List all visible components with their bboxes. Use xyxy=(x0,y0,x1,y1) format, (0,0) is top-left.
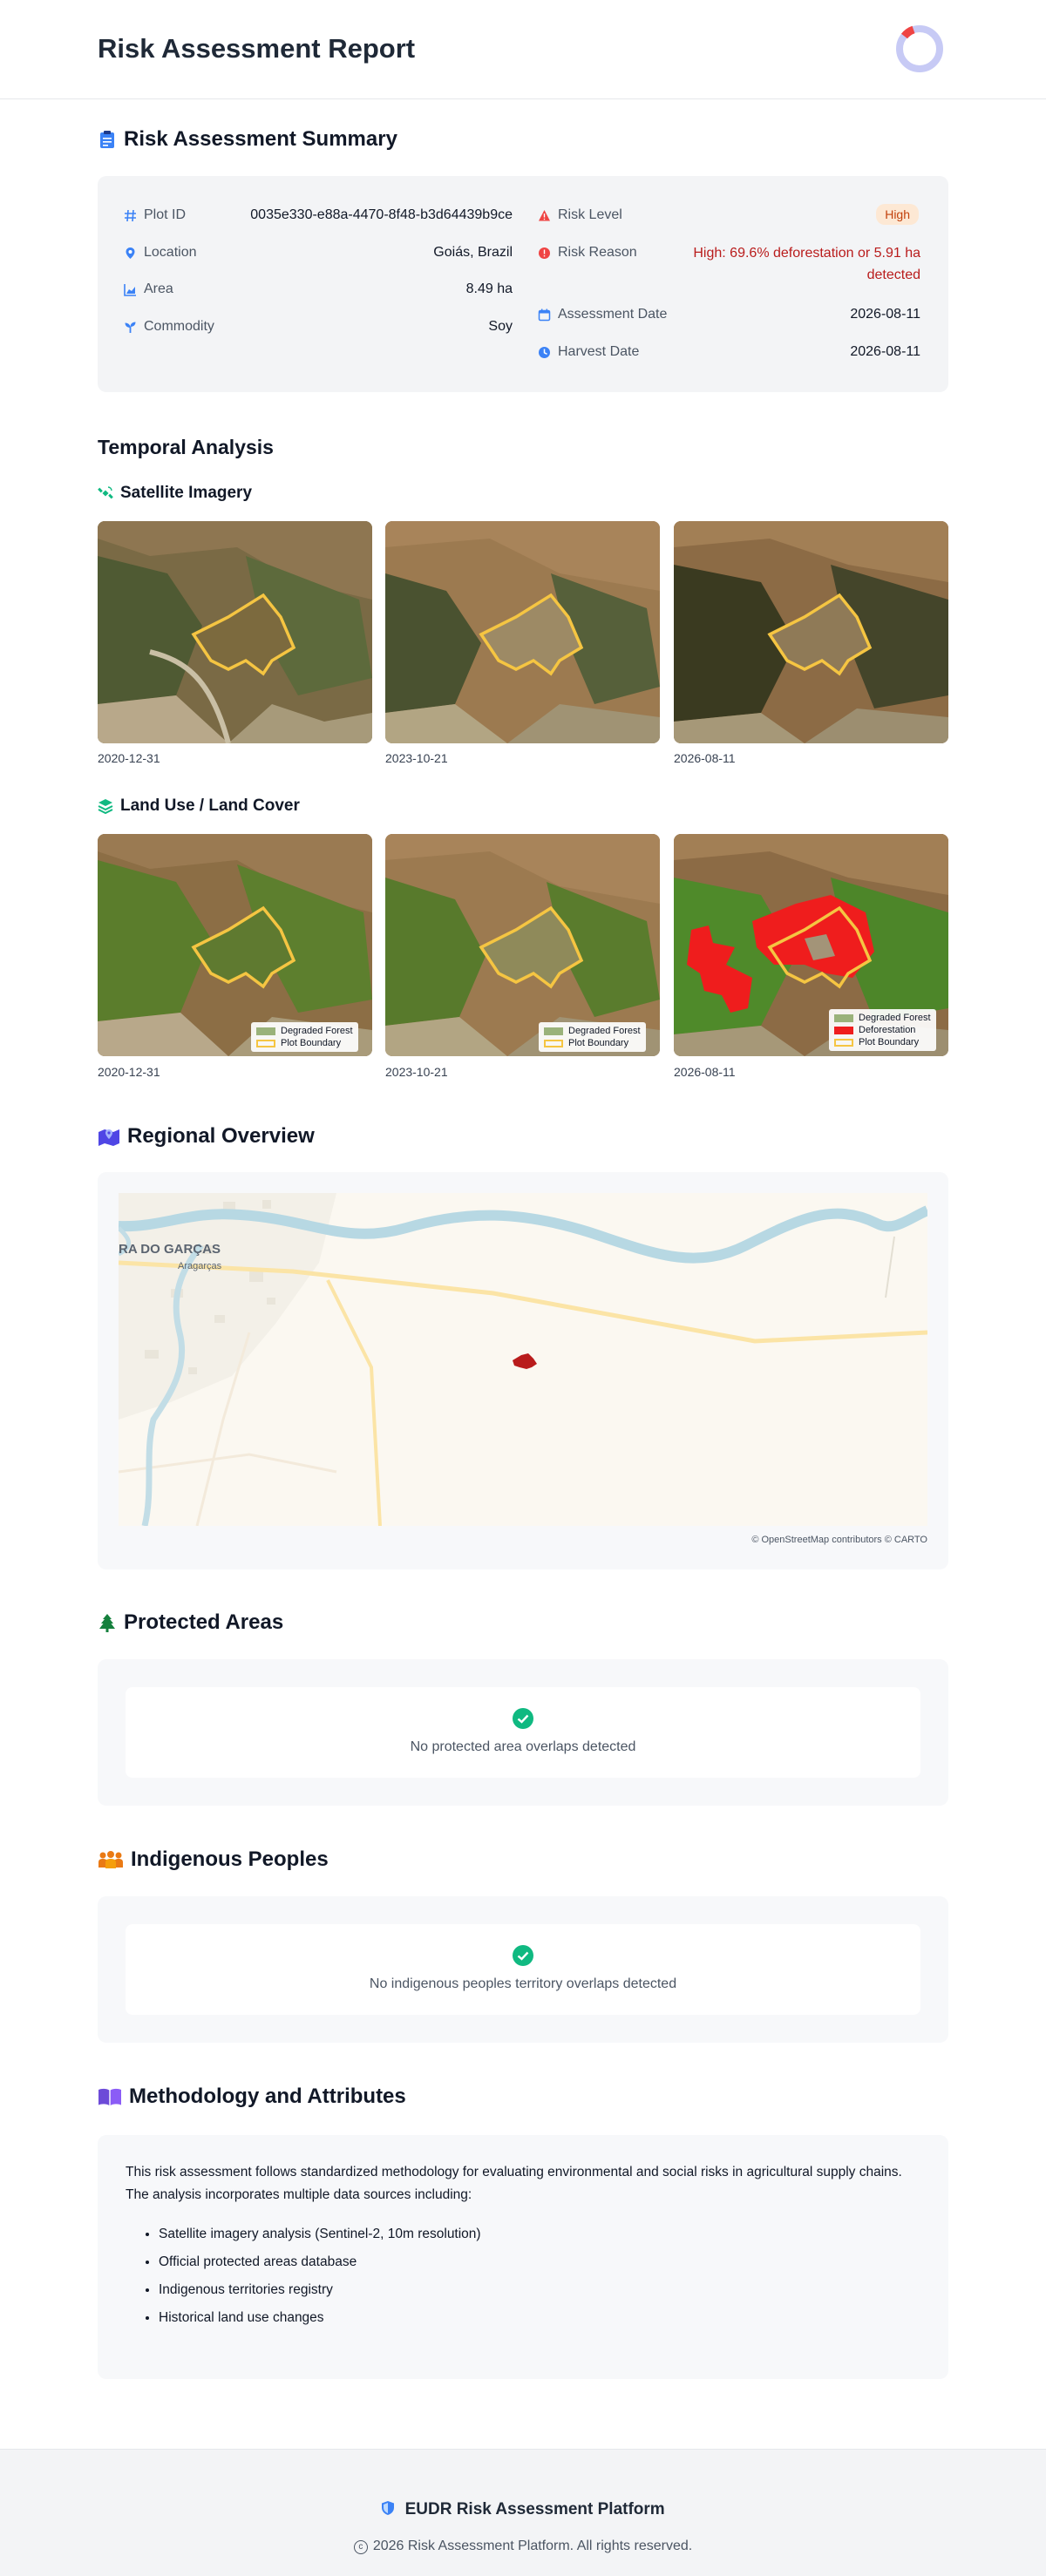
regional-title: Regional Overview xyxy=(98,1124,948,1149)
risk-reason-value: High: 69.6% deforestation or 5.91 ha det… xyxy=(693,246,920,282)
protected-message: No protected area overlaps detected xyxy=(410,1739,636,1754)
indigenous-message: No indigenous peoples territory overlaps… xyxy=(369,1976,677,1991)
map-pin-icon xyxy=(126,247,135,259)
clipboard-icon xyxy=(100,131,114,148)
commodity-label: Commodity xyxy=(124,319,214,335)
seedling-icon xyxy=(125,322,136,333)
protected-empty-state: No protected area overlaps detected xyxy=(126,1687,920,1778)
methodology-list: Satellite imagery analysis (Sentinel-2, … xyxy=(141,2220,891,2332)
plot-id-label: Plot ID xyxy=(124,207,186,223)
satellite-image-2023[interactable] xyxy=(385,521,660,743)
map-location-icon xyxy=(98,1129,119,1146)
indigenous-section: Indigenous Peoples xyxy=(98,1847,948,1872)
footer-title: EUDR Risk Assessment Platform xyxy=(0,2500,1046,2519)
landuse-date-2: 2023-10-21 xyxy=(385,1065,448,1079)
layers-icon xyxy=(98,799,113,814)
area-value: 8.49 ha xyxy=(465,281,513,296)
map-attribution: © OpenStreetMap contributors © CARTO xyxy=(751,1535,927,1545)
map-place-label: RA DO GARÇAS xyxy=(119,1242,221,1257)
assessment-date-value: 2026-08-11 xyxy=(850,307,920,322)
indigenous-card: No indigenous peoples territory overlaps… xyxy=(98,1896,948,2043)
shield-icon xyxy=(382,2501,395,2515)
risk-donut-icon xyxy=(896,25,943,72)
satellite-subsection: Satellite Imagery xyxy=(98,484,948,503)
risk-reason-label: Risk Reason xyxy=(538,245,637,261)
indigenous-title: Indigenous Peoples xyxy=(98,1847,948,1872)
hash-icon xyxy=(125,209,136,221)
plot-id-value: 0035e330-e88a-4470-8f48-b3d64439b9ce xyxy=(250,207,513,222)
check-circle-icon xyxy=(513,1945,533,1966)
regional-section: Regional Overview xyxy=(98,1124,948,1149)
warning-triangle-icon xyxy=(539,209,550,220)
boundary-swatch xyxy=(544,1039,563,1047)
summary-title: Risk Assessment Summary xyxy=(98,127,948,152)
check-circle-icon xyxy=(513,1708,533,1729)
methodology-item: Satellite imagery analysis (Sentinel-2, … xyxy=(159,2220,891,2248)
satellite-image-2026[interactable] xyxy=(674,521,948,743)
assessment-date-label: Assessment Date xyxy=(538,307,667,322)
regional-map[interactable]: RA DO GARÇAS Aragarças xyxy=(119,1193,927,1526)
alert-circle-icon xyxy=(539,247,550,259)
landuse-legend-3: Degraded Forest Deforestation Plot Bound… xyxy=(829,1009,936,1051)
map-place-sublabel: Aragarças xyxy=(178,1261,222,1271)
landuse-subsection: Land Use / Land Cover xyxy=(98,797,948,816)
regional-map-card: RA DO GARÇAS Aragarças © OpenStreetMap c… xyxy=(98,1172,948,1569)
risk-level-badge: High xyxy=(876,204,919,225)
landuse-date-3: 2026-08-11 xyxy=(674,1065,736,1079)
location-value: Goiás, Brazil xyxy=(433,245,513,260)
open-book-icon xyxy=(98,2088,121,2105)
methodology-intro: This risk assessment follows standardize… xyxy=(126,2165,902,2202)
calendar-icon xyxy=(538,308,551,321)
satellite-date-1: 2020-12-31 xyxy=(98,751,160,765)
deforestation-swatch xyxy=(834,1026,853,1034)
report-header: Risk Assessment Report xyxy=(0,0,1046,99)
harvest-date-value: 2026-08-11 xyxy=(850,344,920,359)
satellite-icon xyxy=(98,486,113,499)
temporal-title: Temporal Analysis xyxy=(98,436,274,458)
harvest-date-label: Harvest Date xyxy=(538,344,639,360)
methodology-item: Indigenous territories registry xyxy=(159,2276,891,2304)
satellite-date-2: 2023-10-21 xyxy=(385,751,448,765)
methodology-item: Official protected areas database xyxy=(159,2248,891,2276)
summary-card: Plot ID 0035e330-e88a-4470-8f48-b3d64439… xyxy=(98,176,948,392)
methodology-section: Methodology and Attributes xyxy=(98,2085,948,2109)
area-label: Area xyxy=(124,281,173,297)
satellite-title: Satellite Imagery xyxy=(98,484,948,503)
boundary-swatch xyxy=(256,1039,275,1047)
satellite-date-3: 2026-08-11 xyxy=(674,751,736,765)
protected-card: No protected area overlaps detected xyxy=(98,1659,948,1806)
indigenous-empty-state: No indigenous peoples territory overlaps… xyxy=(126,1924,920,2015)
landuse-date-1: 2020-12-31 xyxy=(98,1065,160,1079)
temporal-section: Temporal Analysis xyxy=(98,436,948,459)
degraded-swatch xyxy=(834,1013,853,1022)
chart-area-icon xyxy=(124,283,136,296)
footer-copyright: c 2026 Risk Assessment Platform. All righ… xyxy=(0,2539,1046,2554)
people-group-icon xyxy=(98,1851,123,1868)
summary-section: Risk Assessment Summary xyxy=(98,127,948,152)
methodology-item: Historical land use changes xyxy=(159,2304,891,2332)
satellite-image-2020[interactable] xyxy=(98,521,372,743)
clock-icon xyxy=(539,346,550,358)
location-label: Location xyxy=(124,245,197,261)
degraded-swatch xyxy=(256,1027,275,1035)
page-title: Risk Assessment Report xyxy=(98,33,416,64)
protected-section: Protected Areas xyxy=(98,1610,948,1635)
copyright-icon: c xyxy=(353,2540,368,2554)
landuse-legend-2: Degraded Forest Plot Boundary xyxy=(539,1022,646,1052)
landuse-title: Land Use / Land Cover xyxy=(98,797,948,816)
boundary-swatch xyxy=(834,1038,853,1047)
protected-title: Protected Areas xyxy=(98,1610,948,1635)
degraded-swatch xyxy=(544,1027,563,1035)
risk-level-label: Risk Level xyxy=(538,207,622,223)
landuse-legend-1: Degraded Forest Plot Boundary xyxy=(251,1022,358,1052)
methodology-card: This risk assessment follows standardize… xyxy=(98,2135,948,2379)
methodology-title: Methodology and Attributes xyxy=(98,2085,948,2109)
page-footer: EUDR Risk Assessment Platform c 2026 Risk… xyxy=(0,2449,1046,2576)
tree-icon xyxy=(99,1614,115,1632)
commodity-value: Soy xyxy=(488,319,513,334)
